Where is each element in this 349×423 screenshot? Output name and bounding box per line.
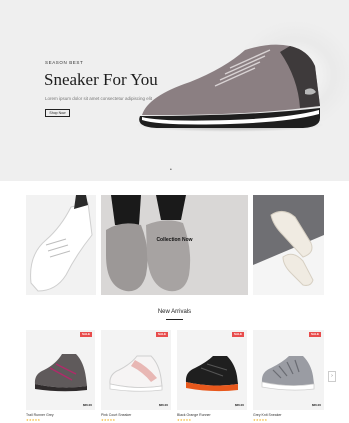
product-price: $66.00 (158, 403, 168, 407)
rating-stars: ★★★★★ (26, 418, 41, 422)
hero-banner: Season Best Sneaker For You Lorem ipsum … (0, 0, 349, 181)
white-sneaker-image (30, 195, 93, 292)
hero-eyebrow: Season Best (45, 60, 84, 65)
heading-underline (166, 319, 183, 320)
product-price: $66.00 (234, 403, 244, 407)
rating-stars: ★★★★★ (177, 418, 192, 422)
rating-stars: ★★★★★ (101, 418, 116, 422)
slider-dot[interactable]: • (170, 167, 172, 173)
rating-stars: ★★★★★ (253, 418, 268, 422)
hero-subtitle: Lorem ipsum dolor sit amet consectetur a… (45, 96, 153, 101)
product-card[interactable]: SALE $66.00 (101, 330, 171, 410)
promo-tile-cream-sneaker[interactable] (253, 195, 324, 295)
product-card[interactable]: SALE $66.00 (26, 330, 95, 410)
hero-title: Sneaker For You (44, 70, 158, 89)
new-arrivals-heading: New Arrivals (157, 309, 192, 315)
product-price: $66.00 (82, 403, 92, 407)
product-sneaker-image (109, 355, 163, 392)
sale-badge: SALE (232, 332, 244, 337)
collection-label: Collection Now (156, 237, 193, 243)
product-price: $66.00 (311, 403, 321, 407)
product-sneaker-image (261, 356, 315, 391)
product-name[interactable]: Black Orange Runner (177, 413, 211, 417)
product-name[interactable]: Grey Knit Sneaker (253, 413, 282, 417)
shop-now-button[interactable]: Shop Now (45, 109, 70, 117)
loafers-image (106, 195, 191, 292)
product-card[interactable]: SALE $66.00 (177, 330, 247, 410)
cream-sneaker-image (253, 211, 324, 295)
product-card[interactable]: SALE $66.00 (253, 330, 324, 410)
sale-badge: SALE (156, 332, 168, 337)
product-name[interactable]: Pink Court Sneaker (101, 413, 131, 417)
sale-badge: SALE (309, 332, 321, 337)
hero-sneaker-image (139, 44, 320, 128)
sale-badge: SALE (80, 332, 92, 337)
product-name[interactable]: Trail Runner Grey (26, 413, 54, 417)
promo-tile-white-sneaker[interactable] (26, 195, 96, 295)
promo-tile-collection[interactable]: Collection Now (101, 195, 248, 295)
product-sneaker-image (34, 354, 87, 392)
carousel-next-button[interactable]: › (328, 371, 336, 382)
product-sneaker-image (185, 356, 238, 392)
